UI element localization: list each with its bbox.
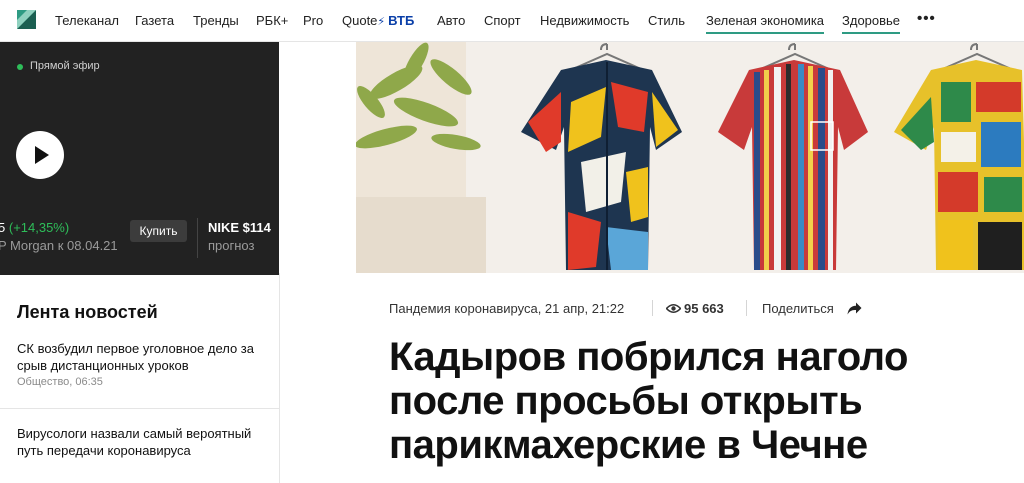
article-meta[interactable]: Пандемия коронавируса, 21 апр, 21:22 — [389, 301, 624, 316]
hero-left-gap — [279, 42, 356, 273]
nav-item-tv[interactable]: Телеканал — [55, 13, 119, 28]
ticker-item-1-value: 5 — [0, 220, 6, 235]
hero-image[interactable] — [356, 42, 1024, 273]
nav-item-realty[interactable]: Недвижимость — [540, 13, 629, 28]
top-navigation: Телеканал Газета Тренды РБК+ Pro Quote⚡ В… — [0, 0, 1024, 42]
eye-icon — [666, 303, 681, 314]
feed-title: Лента новостей — [17, 302, 158, 322]
ticker-item-1-sub: P Morgan к 08.04.21 — [0, 238, 118, 253]
nav-item-quote[interactable]: Quote⚡ ВТБ — [342, 13, 414, 28]
live-indicator-icon — [17, 64, 23, 70]
feed-divider — [279, 273, 280, 483]
nav-item-newspaper[interactable]: Газета — [135, 13, 174, 28]
share-button[interactable]: Поделиться — [762, 301, 834, 316]
nav-item-sport[interactable]: Спорт — [484, 13, 521, 28]
play-button[interactable] — [16, 131, 64, 179]
meta-separator — [652, 300, 653, 316]
buy-button[interactable]: Купить — [130, 220, 187, 242]
shirts-illustration — [356, 42, 1024, 273]
rbc-logo-icon[interactable] — [17, 10, 36, 29]
live-player-panel: Прямой эфир 5 (+14,35%) P Morgan к 08.04… — [0, 42, 279, 275]
nav-item-rbc-plus[interactable]: РБК+ — [256, 13, 288, 28]
vtb-bolt-icon: ⚡ — [377, 16, 386, 28]
vtb-label: ВТБ — [388, 13, 415, 28]
ticker-divider — [197, 218, 198, 258]
nav-item-green-economy[interactable]: Зеленая экономика — [706, 13, 825, 34]
nav-item-pro[interactable]: Pro — [303, 13, 323, 28]
feed-separator — [0, 408, 279, 409]
live-label[interactable]: Прямой эфир — [30, 60, 100, 72]
ticker-item-1-change: (+14,35%) — [8, 220, 70, 235]
ticker-item-2-name[interactable]: NIKE $114 — [208, 220, 271, 235]
article-headline: Кадыров побрился наголо после просьбы от… — [389, 335, 908, 467]
nav-item-auto[interactable]: Авто — [437, 13, 465, 28]
share-arrow-icon[interactable] — [847, 302, 862, 315]
views-count: 95 663 — [684, 301, 724, 316]
nav-item-style[interactable]: Стиль — [648, 13, 685, 28]
nav-item-quote-label: Quote — [342, 13, 378, 28]
feed-item-title[interactable]: СК возбудил первое уголовное дело за сры… — [17, 340, 267, 374]
nav-item-trends[interactable]: Тренды — [193, 13, 239, 28]
ticker-item-2-sub: прогноз — [208, 238, 255, 253]
ticker-item-1[interactable]: 5 (+14,35%) — [0, 220, 69, 235]
nav-item-health[interactable]: Здоровье — [842, 13, 901, 34]
feed-item-title[interactable]: Вирусологи назвали самый вероятный путь … — [17, 425, 267, 459]
meta-separator — [746, 300, 747, 316]
play-icon — [35, 146, 49, 164]
feed-item-meta: Общество, 06:35 — [17, 376, 103, 388]
more-dots-icon[interactable]: ••• — [917, 10, 936, 27]
